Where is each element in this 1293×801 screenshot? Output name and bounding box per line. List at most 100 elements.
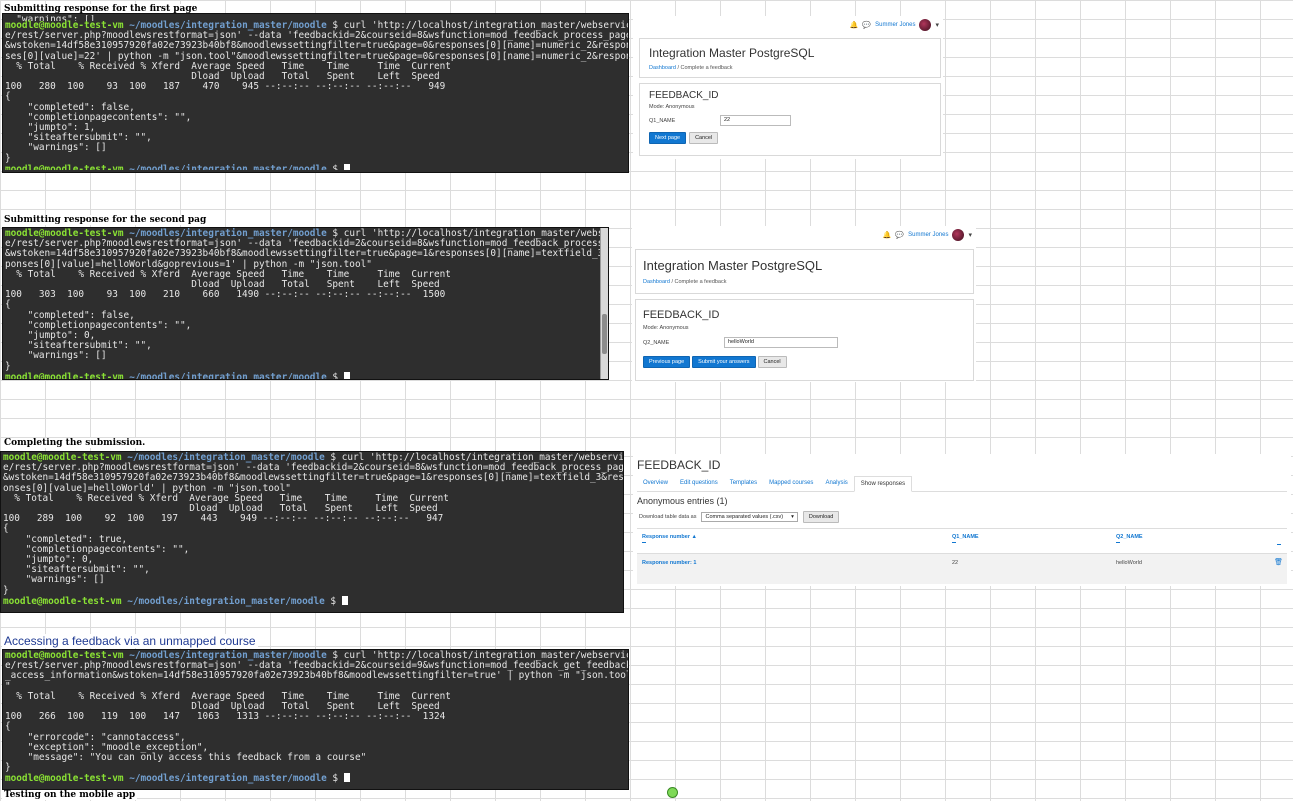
- prompt-user: moodle@moodle-test-vm: [5, 773, 124, 785]
- column-q2-name[interactable]: Q2_NAME: [1116, 534, 1143, 543]
- breadcrumb: Dashboard / Complete a feedback: [649, 65, 733, 71]
- json-line: "completionpagecontents": "",: [5, 111, 192, 123]
- user-menu-bar: 🔔 💬 Summer Jones ▾: [850, 16, 943, 34]
- form-buttons: Next page Cancel: [649, 132, 719, 144]
- column-response-number[interactable]: Response number ▲: [642, 534, 697, 543]
- json-line: "warnings": []: [3, 574, 105, 586]
- messages-icon[interactable]: 💬: [862, 21, 871, 29]
- user-menu-bar: 🔔 💬 Summer Jones ▾: [883, 226, 976, 244]
- answer-input[interactable]: helloWorld: [724, 337, 838, 348]
- terminal-completing[interactable]: moodle@moodle-test-vm ~/moodles/integrat…: [0, 451, 624, 613]
- scrollbar-thumb[interactable]: [602, 314, 607, 354]
- notification-bell-icon[interactable]: 🔔: [883, 231, 892, 239]
- json-line: }: [5, 762, 11, 774]
- prompt-path: ~/moodles/integration_master/moodle: [127, 595, 325, 607]
- user-name[interactable]: Summer Jones: [908, 232, 948, 238]
- tab-templates[interactable]: Templates: [724, 476, 763, 491]
- site-title: Integration Master PostgreSQL: [649, 46, 815, 60]
- avatar[interactable]: [919, 19, 932, 31]
- page-header-card: Integration Master PostgreSQL Dashboard …: [635, 249, 974, 294]
- feedback-form-card: FEEDBACK_ID Mode: Anonymous Q2_NAME hell…: [635, 299, 974, 381]
- terminal-cursor: [343, 371, 350, 379]
- previous-page-button[interactable]: Previous page: [643, 356, 691, 368]
- column-label: Q1_NAME: [952, 534, 979, 540]
- json-line: "completionpagecontents": "",: [3, 543, 190, 555]
- chevron-down-icon[interactable]: ▾: [935, 21, 939, 29]
- prompt-path: ~/moodles/integration_master/moodle: [129, 163, 327, 170]
- json-line: }: [5, 152, 11, 164]
- stats-row: 100 289 100 92 100 197 443 949 --:--:-- …: [3, 513, 444, 525]
- submit-answers-button[interactable]: Submit your answers: [692, 356, 756, 368]
- column-q1-name[interactable]: Q1_NAME: [952, 534, 979, 543]
- site-title: Integration Master PostgreSQL: [643, 258, 823, 273]
- prompt-user: moodle@moodle-test-vm: [3, 595, 122, 607]
- messages-icon[interactable]: 💬: [895, 231, 904, 239]
- json-line: "warnings": []: [5, 350, 107, 362]
- heading-second-page: Submitting response for the second pag: [2, 215, 209, 225]
- heading-mobile-app: Testing on the mobile app: [2, 790, 138, 800]
- question-label: Q2_NAME: [643, 339, 670, 346]
- breadcrumb-dashboard[interactable]: Dashboard: [643, 279, 670, 285]
- prompt-symbol: $: [332, 773, 339, 785]
- terminal-second-page[interactable]: moodle@moodle-test-vm ~/moodles/integrat…: [2, 227, 609, 380]
- download-format-select[interactable]: Comma separated values (.csv) ▾: [701, 512, 798, 522]
- tab-analysis[interactable]: Analysis: [819, 476, 853, 491]
- form-buttons: Previous page Submit your answers Cancel: [643, 356, 787, 368]
- command-line: moodle@moodle-test-vm ~/moodles/integrat…: [5, 773, 626, 784]
- breadcrumb-current: Complete a feedback: [680, 65, 733, 71]
- breadcrumb-dashboard[interactable]: Dashboard: [649, 65, 676, 71]
- collapse-column-icon[interactable]: [1116, 542, 1120, 543]
- response-link[interactable]: Response number: 1: [642, 560, 696, 566]
- table-header-row: Response number ▲ Q1_NAME Q2_NAME: [637, 528, 1287, 553]
- download-row: Download table data as Comma separated v…: [639, 511, 840, 523]
- sort-ascending-icon: ▲: [691, 534, 697, 540]
- tab-mapped-courses[interactable]: Mapped courses: [763, 476, 819, 491]
- report-tabs: Overview Edit questions Templates Mapped…: [637, 476, 1287, 492]
- chevron-down-icon[interactable]: ▾: [968, 231, 972, 239]
- next-page-button[interactable]: Next page: [649, 132, 687, 144]
- stats-row: 100 303 100 93 100 210 660 1490 --:--:--…: [5, 289, 446, 301]
- tab-overview[interactable]: Overview: [637, 476, 674, 491]
- download-button[interactable]: Download: [802, 511, 840, 523]
- collapse-column-icon[interactable]: [1277, 544, 1281, 545]
- q1-value: 22: [952, 560, 959, 566]
- question-row: Q2_NAME helloWorld: [643, 337, 838, 348]
- breadcrumb-separator: /: [677, 65, 679, 71]
- json-line: }: [3, 584, 9, 596]
- command-line: moodle@moodle-test-vm ~/moodles/integrat…: [3, 595, 621, 607]
- column-label: Response number: [642, 534, 690, 540]
- collapse-column-icon[interactable]: [952, 542, 956, 543]
- json-line: "warnings": []: [5, 142, 107, 154]
- cancel-button[interactable]: Cancel: [757, 356, 787, 368]
- chevron-down-icon: ▾: [791, 514, 794, 520]
- terminal-scrollbar[interactable]: [600, 228, 608, 379]
- command-text: _access_information&wstoken=14df58e31095…: [5, 670, 629, 682]
- terminal-first-page[interactable]: "warnings": [] moodle@moodle-test-vm ~/m…: [2, 13, 629, 173]
- column-label: Q2_NAME: [1116, 534, 1143, 540]
- stats-row: 100 266 100 119 100 147 1063 1313 --:--:…: [5, 711, 446, 723]
- collapse-column-icon[interactable]: [642, 542, 646, 543]
- notification-bell-icon[interactable]: 🔔: [850, 21, 859, 29]
- user-name[interactable]: Summer Jones: [875, 22, 915, 28]
- tab-edit-questions[interactable]: Edit questions: [674, 476, 724, 491]
- tab-show-responses[interactable]: Show responses: [853, 476, 913, 492]
- feedback-mode: Mode: Anonymous: [649, 104, 695, 110]
- cancel-button[interactable]: Cancel: [689, 132, 719, 144]
- answer-input[interactable]: 22: [720, 115, 791, 126]
- feedback-title: FEEDBACK_ID: [649, 90, 719, 101]
- page-header-card: Integration Master PostgreSQL Dashboard …: [639, 38, 941, 78]
- download-label: Download table data as: [639, 514, 697, 520]
- json-line: "message": "You can only access this fee…: [5, 752, 367, 764]
- terminal-unmapped[interactable]: moodle@moodle-test-vm ~/moodles/integrat…: [2, 649, 629, 790]
- prompt-symbol: $: [332, 163, 339, 170]
- breadcrumb-separator: /: [671, 279, 673, 285]
- prompt-user: moodle@moodle-test-vm: [5, 371, 124, 380]
- trash-icon[interactable]: 🗑: [1274, 558, 1283, 566]
- command-line: moodle@moodle-test-vm ~/moodles/integrat…: [5, 371, 598, 380]
- avatar[interactable]: [952, 229, 965, 241]
- heading-completing: Completing the submission.: [2, 438, 148, 448]
- question-label: Q1_NAME: [649, 117, 676, 124]
- download-format-value: Comma separated values (.csv): [705, 514, 784, 520]
- terminal-cursor: [341, 595, 348, 605]
- prompt-path: ~/moodles/integration_master/moodle: [129, 371, 327, 380]
